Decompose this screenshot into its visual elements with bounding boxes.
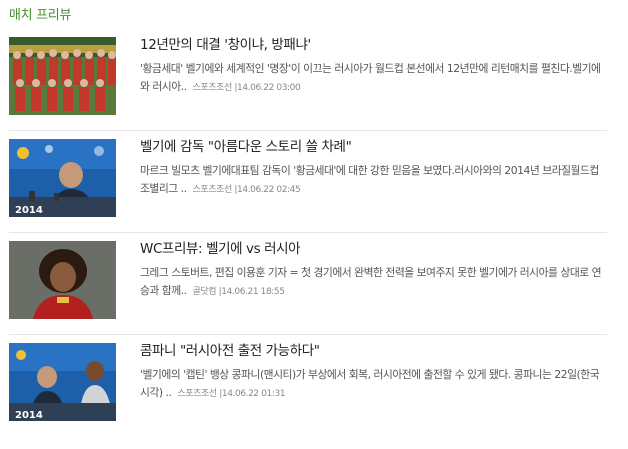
- article-source: 골닷컴: [192, 287, 217, 297]
- thumbnail-year-text: 2014: [15, 410, 43, 421]
- article-date: |14.06.21 18:55: [218, 287, 285, 297]
- list-item: 2014 벨기에 감독 "아름다운 스토리 쓸 차례" 마르크 빌모츠 벨기에대…: [9, 130, 607, 233]
- section-title: 매치 프리뷰: [9, 8, 72, 23]
- article-summary: '황금세대' 벨기에와 세계적인 '명장'이 이끄는 러시아가 월드컵 본선에서…: [140, 60, 604, 97]
- team-photo-thumbnail[interactable]: [9, 37, 116, 115]
- list-item: 2014 콤파니 "러시아전 출전 가능하다" '벨기에의 '캡틴' 뱅상 콩파…: [9, 334, 607, 436]
- article-source: 스포츠조선: [192, 185, 233, 195]
- article-date: |14.06.22 01:31: [219, 389, 286, 399]
- article-summary: '벨기에의 '캡틴' 뱅상 콩파니(맨시티)가 부상에서 회복, 러시아전에 출…: [140, 366, 604, 403]
- press-conference-thumbnail[interactable]: 2014: [9, 139, 116, 217]
- press-conference-thumbnail[interactable]: 2014: [9, 343, 116, 421]
- article-headline[interactable]: 콤파니 "러시아전 출전 가능하다": [140, 339, 320, 359]
- article-date: |14.06.22 02:45: [234, 185, 301, 195]
- player-portrait-thumbnail[interactable]: [9, 241, 116, 319]
- article-source: 스포츠조선: [192, 83, 233, 93]
- list-item: 12년만의 대결 '창이냐, 방패냐' '황금세대' 벨기에와 세계적인 '명장…: [9, 28, 607, 131]
- article-source: 스포츠조선: [177, 389, 217, 399]
- list-item: WC프리뷰: 벨기에 vs 러시아 그레그 스토버트, 편집 이용훈 기자 = …: [9, 232, 607, 335]
- article-summary: 마르크 빌모츠 벨기에대표팀 감독이 '황금세대'에 대한 강한 믿음을 보였다…: [140, 162, 604, 199]
- article-headline[interactable]: 벨기에 감독 "아름다운 스토리 쓸 차례": [140, 135, 352, 155]
- article-headline[interactable]: WC프리뷰: 벨기에 vs 러시아: [140, 237, 301, 257]
- article-summary: 그레그 스토버트, 편집 이용훈 기자 = 첫 경기에서 완벽한 전력을 보여주…: [140, 264, 604, 301]
- article-headline[interactable]: 12년만의 대결 '창이냐, 방패냐': [140, 33, 311, 53]
- thumbnail-year-text: 2014: [15, 205, 43, 216]
- article-date: |14.06.22 03:00: [234, 83, 301, 93]
